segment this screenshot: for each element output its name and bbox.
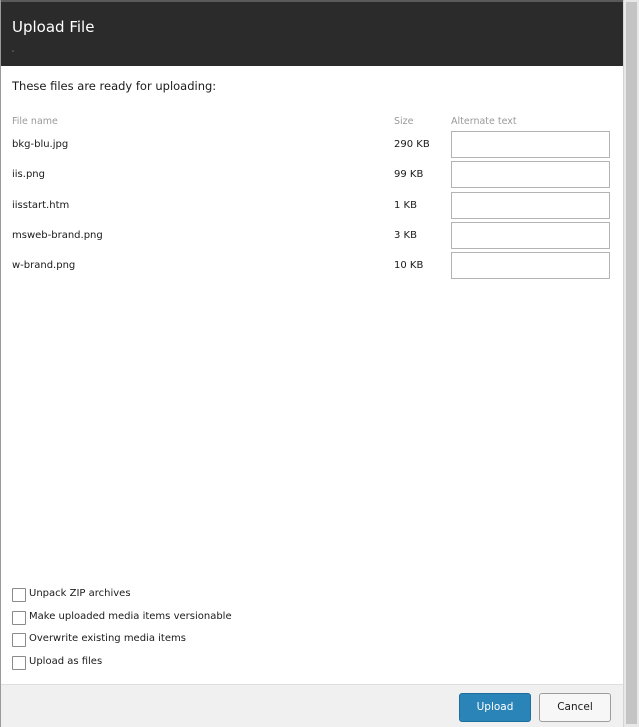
dialog-title: Upload File <box>12 18 95 36</box>
column-header-size: Size <box>394 116 414 127</box>
intro-text: These files are ready for uploading: <box>12 79 217 93</box>
file-size: 3 KB <box>394 230 417 241</box>
dialog-footer: Upload Cancel <box>1 684 623 727</box>
upload-file-dialog: Upload File These files are ready for up… <box>0 0 639 727</box>
vertical-scrollbar[interactable] <box>623 0 639 727</box>
alternate-text-input[interactable] <box>451 161 610 188</box>
alternate-text-input[interactable] <box>451 192 610 219</box>
file-name: bkg-blu.jpg <box>12 139 69 150</box>
unpack-zip-checkbox[interactable] <box>12 588 26 602</box>
file-row: w-brand.png 10 KB <box>1 251 623 281</box>
alternate-text-input[interactable] <box>451 252 610 279</box>
file-size: 290 KB <box>394 139 430 150</box>
cancel-button[interactable]: Cancel <box>539 693 611 722</box>
option-label: Upload as files <box>29 656 103 667</box>
file-name: iis.png <box>12 169 45 180</box>
file-size: 10 KB <box>394 260 424 271</box>
file-row: msweb-brand.png 3 KB <box>1 221 623 251</box>
alternate-text-input[interactable] <box>451 222 610 249</box>
scrollbar-thumb[interactable] <box>626 2 637 724</box>
column-header-file-name: File name <box>12 116 58 127</box>
upload-button[interactable]: Upload <box>459 693 531 722</box>
title-bar-divider <box>12 50 14 52</box>
option-label: Overwrite existing media items <box>29 633 186 644</box>
versionable-checkbox[interactable] <box>12 611 26 625</box>
file-size: 1 KB <box>394 200 417 211</box>
upload-as-files-checkbox[interactable] <box>12 656 26 670</box>
column-header-alternate-text: Alternate text <box>451 116 517 127</box>
dialog-title-bar: Upload File <box>1 0 623 66</box>
option-label: Unpack ZIP archives <box>29 588 131 599</box>
file-name: w-brand.png <box>12 260 76 271</box>
file-row: iisstart.htm 1 KB <box>1 191 623 221</box>
file-size: 99 KB <box>394 169 424 180</box>
file-row: iis.png 99 KB <box>1 160 623 190</box>
file-name: iisstart.htm <box>12 200 70 211</box>
file-row: bkg-blu.jpg 290 KB <box>1 130 623 160</box>
option-label: Make uploaded media items versionable <box>29 611 232 622</box>
file-name: msweb-brand.png <box>12 230 103 241</box>
alternate-text-input[interactable] <box>451 131 610 158</box>
overwrite-checkbox[interactable] <box>12 633 26 647</box>
